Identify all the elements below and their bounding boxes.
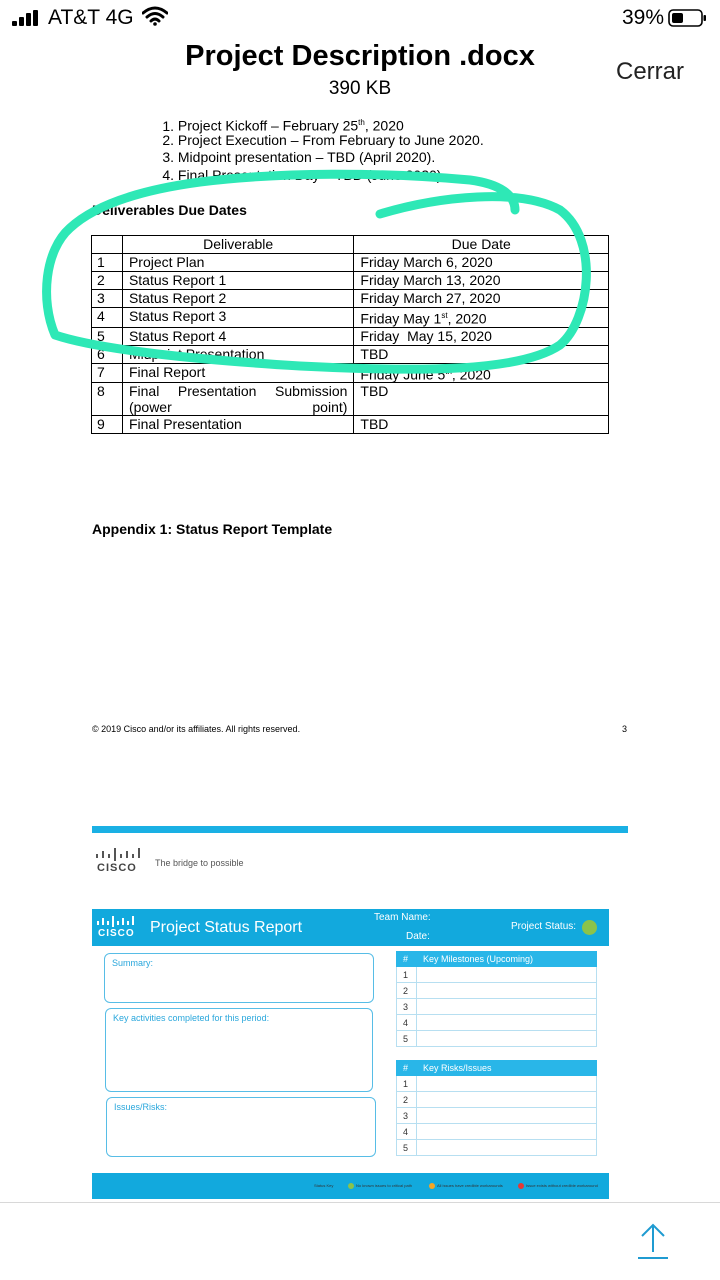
copyright-text: © 2019 Cisco and/or its affiliates. All … (92, 724, 301, 734)
carrier-label: AT&T 4G (48, 6, 134, 29)
tagline: The bridge to possible (155, 858, 244, 868)
table-row: 3 (396, 1107, 597, 1124)
milestone-list: 1. Project Kickoff – February 25th, 2020… (152, 114, 484, 184)
summary-box: Summary: (104, 953, 374, 1003)
activities-box: Key activities completed for this period… (105, 1008, 373, 1092)
table-row: 1 (396, 966, 597, 983)
table-row: 8 Final Presentation Submission (power po… (91, 382, 609, 417)
table-row: 4 Status Report 3 Friday May 1st, 2020 (91, 307, 609, 328)
status-indicator (582, 920, 597, 935)
share-icon[interactable] (636, 1222, 670, 1260)
table-row: 5 (396, 1139, 597, 1156)
toolbar-divider (0, 1202, 720, 1203)
table-row: 6 Midpoint Presentation TBD (91, 344, 609, 364)
status-bar: AT&T 4G 39% (0, 0, 720, 36)
status-key-item: Issue exists without credible workaround (526, 1183, 598, 1188)
project-status-label: Project Status: (511, 921, 577, 932)
status-key-band: Status Key No known issues to critical p… (92, 1173, 609, 1199)
milestones-table: # Key Milestones (Upcoming) 1 2 3 4 5 (396, 951, 597, 1047)
signal-icon (12, 10, 42, 26)
list-item: 4. Final Presentation Day – TBD (June 20… (162, 166, 446, 183)
list-item: 3. Midpoint presentation – TBD (April 20… (162, 149, 436, 165)
table-row: 1 Project Plan Friday March 6, 2020 (91, 253, 609, 272)
date-label: Date: (406, 931, 430, 942)
battery-icon (668, 9, 706, 27)
table-row: 2 Status Report 1 Friday March 13, 2020 (91, 271, 609, 290)
status-key-item: All issues have credible workarounds (437, 1183, 503, 1188)
cisco-logo: CISCO (93, 848, 143, 876)
wifi-icon (142, 6, 168, 26)
appendix-heading: Appendix 1: Status Report Template (92, 521, 333, 537)
table-row: 7 Final Report Friday June 5th, 2020 (91, 362, 609, 384)
list-item: 1. Project Kickoff – February 25th, 2020 (162, 117, 404, 134)
table-row: 5 Status Report 4 Friday May 15, 2020 (91, 326, 609, 346)
close-button[interactable]: Cerrar (616, 58, 684, 86)
cisco-bars-icon (97, 916, 134, 927)
cisco-logo-white: CISCO (96, 916, 140, 942)
list-item: 2. Project Execution – From February to … (162, 131, 484, 148)
table-row: 9 Final Presentation TBD (91, 415, 609, 435)
cisco-bars-icon (96, 848, 140, 861)
status-key-dot-green (348, 1183, 354, 1189)
status-key-label: Status Key (314, 1183, 334, 1188)
table-row: 2 (396, 1091, 597, 1108)
table-header-row: # Key Risks/Issues (396, 1060, 597, 1076)
table-header-row: Deliverable Due Date (91, 235, 609, 254)
report-header: CISCO Project Status Report Team Name: D… (92, 909, 609, 946)
table-row: 1 (396, 1075, 597, 1092)
battery-percentage: 39% (621, 6, 664, 29)
team-name-label: Team Name: (374, 912, 431, 923)
table-row: 5 (396, 1030, 597, 1047)
risks-table: # Key Risks/Issues 1 2 3 4 5 (396, 1060, 597, 1156)
table-row: 3 (396, 998, 597, 1015)
status-key-dot-red (518, 1183, 524, 1189)
document-title: Project Description .docx (185, 40, 535, 72)
document-size: 390 KB (328, 78, 392, 99)
table-row: 4 (396, 1123, 597, 1140)
template-top-band (92, 826, 628, 833)
table-header-row: # Key Milestones (Upcoming) (396, 951, 597, 967)
table-row: 2 (396, 982, 597, 999)
issues-box: Issues/Risks: (106, 1097, 376, 1157)
table-row: 4 (396, 1014, 597, 1031)
table-row: 3 Status Report 2 Friday March 27, 2020 (91, 289, 609, 308)
status-key-item: No known issues to critical path (356, 1183, 413, 1188)
deliverables-heading: Deliverables Due Dates (92, 202, 247, 218)
status-key-dot-amber (429, 1183, 435, 1189)
deliverables-table: Deliverable Due Date 1 Project Plan Friday… (91, 235, 609, 435)
report-title: Project Status Report (150, 919, 303, 936)
page-number: 3 (622, 724, 628, 734)
